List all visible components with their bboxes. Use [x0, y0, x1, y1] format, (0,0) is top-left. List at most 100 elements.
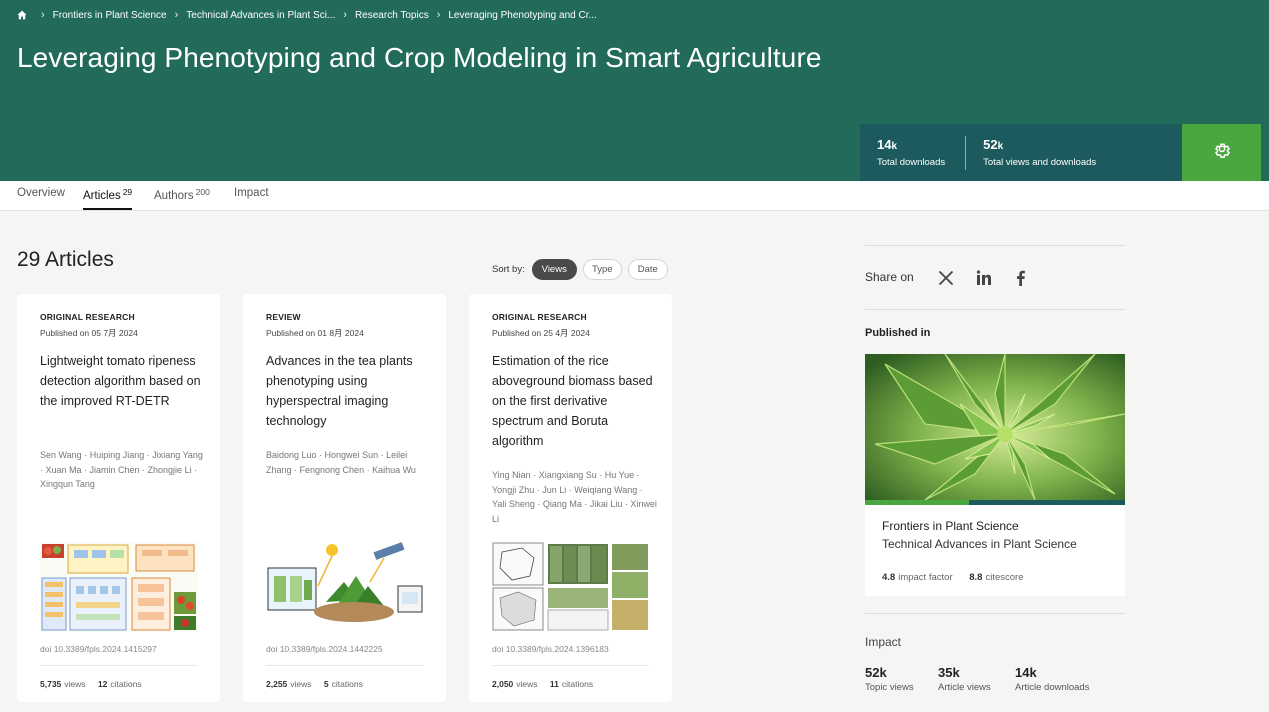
stat-total-views: 52k Total views and downloads	[966, 137, 1096, 168]
views-label: views	[290, 679, 312, 689]
article-doi[interactable]: doi 10.3389/fpls.2024.1442225	[266, 644, 383, 654]
article-title[interactable]: Estimation of the rice aboveground bioma…	[492, 351, 657, 451]
home-icon[interactable]	[17, 10, 27, 20]
article-type: ORIGINAL RESEARCH	[40, 312, 135, 322]
stat-label: Total downloads	[877, 157, 946, 168]
article-card[interactable]: ORIGINAL RESEARCH Published on 25 4月 202…	[469, 294, 672, 702]
stat-unit: k	[891, 141, 898, 152]
card-divider	[492, 665, 649, 666]
citations-label: citations	[561, 679, 594, 689]
breadcrumb-current-topic[interactable]: Leveraging Phenotyping and Cr...	[448, 10, 596, 21]
impact-label: Topic views	[865, 682, 914, 693]
breadcrumb-link-research-topics[interactable]: Research Topics	[355, 10, 429, 21]
tab-label: Authors	[154, 190, 194, 202]
stat-unit: k	[997, 141, 1004, 152]
sort-type-button[interactable]: Type	[582, 259, 622, 280]
breadcrumb-link-section[interactable]: Technical Advances in Plant Sci...	[186, 10, 335, 21]
tab-label: Impact	[234, 187, 269, 199]
article-title[interactable]: Advances in the tea plants phenotyping u…	[266, 351, 431, 431]
chevron-right-icon: ›	[436, 9, 441, 21]
impact-factor-value: 4.8	[882, 572, 896, 583]
article-metrics: 2,050 views 11 citations	[492, 679, 593, 689]
hero-header: › Frontiers in Plant Science › Technical…	[0, 0, 1269, 181]
stat-label: Total views and downloads	[983, 157, 1097, 168]
stat-value: 52	[983, 137, 998, 152]
linkedin-icon[interactable]	[975, 269, 993, 287]
article-published-date: Published on 25 4月 2024	[492, 328, 590, 338]
sort-label: Sort by:	[492, 264, 525, 275]
article-figure	[40, 542, 198, 632]
impact-heading: Impact	[865, 635, 902, 649]
article-type: REVIEW	[266, 312, 301, 322]
tab-label: Overview	[17, 187, 65, 199]
article-card[interactable]: REVIEW Published on 01 8月 2024 Advances …	[243, 294, 446, 702]
card-divider	[266, 665, 423, 666]
article-type: ORIGINAL RESEARCH	[492, 312, 587, 322]
impact-article-views: 35k Article views	[938, 665, 991, 693]
citations-label: citations	[110, 679, 142, 689]
impact-value: 35k	[938, 665, 960, 680]
article-published-date: Published on 05 7月 2024	[40, 328, 138, 338]
views-label: views	[64, 679, 86, 689]
share-label: Share on	[865, 270, 914, 284]
article-published-date: Published on 01 8月 2024	[266, 328, 364, 338]
article-figure	[266, 540, 424, 632]
journal-card[interactable]: Frontiers in Plant Science Technical Adv…	[865, 354, 1125, 596]
journal-cover-image	[865, 354, 1125, 500]
sidebar-divider	[865, 245, 1125, 246]
impact-factor-label: impact factor	[898, 572, 953, 583]
journal-section[interactable]: Technical Advances in Plant Science	[882, 537, 1077, 551]
impact-label: Article views	[938, 682, 991, 693]
tab-articles[interactable]: Articles 29	[83, 187, 133, 210]
sort-bar: Sort by: Views Type Date	[492, 259, 674, 280]
tab-count: 29	[122, 187, 133, 197]
tab-overview[interactable]: Overview	[17, 187, 65, 199]
journal-accent-fill	[865, 500, 969, 505]
tab-label: Articles	[83, 190, 121, 202]
settings-button[interactable]	[1182, 124, 1261, 181]
journal-metrics: 4.8 impact factor 8.8 citescore	[882, 572, 1023, 583]
views-count: 2,255	[266, 679, 288, 689]
article-figure	[492, 542, 650, 632]
journal-accent-bar	[865, 500, 1125, 505]
breadcrumb-link-journal[interactable]: Frontiers in Plant Science	[53, 10, 167, 21]
article-doi[interactable]: doi 10.3389/fpls.2024.1396183	[492, 644, 609, 654]
breadcrumb: › Frontiers in Plant Science › Technical…	[17, 9, 597, 21]
article-authors: Ying Nian · Xiangxiang Su · Hu Yue · Yon…	[492, 470, 657, 524]
views-count: 5,735	[40, 679, 62, 689]
citations-count: 5	[323, 679, 329, 689]
article-authors: Sen Wang · Huiping Jiang · Jixiang Yang …	[40, 450, 203, 489]
citations-count: 12	[97, 679, 108, 689]
impact-topic-views: 52k Topic views	[865, 665, 914, 693]
gear-icon	[1213, 141, 1231, 164]
article-doi[interactable]: doi 10.3389/fpls.2024.1415297	[40, 644, 157, 654]
sidebar-divider	[865, 309, 1125, 310]
citations-count: 11	[549, 679, 559, 689]
impact-value: 14k	[1015, 665, 1037, 680]
sort-date-button[interactable]: Date	[627, 259, 668, 280]
citescore-label: citescore	[985, 572, 1024, 583]
sidebar-divider	[865, 613, 1125, 614]
article-card[interactable]: ORIGINAL RESEARCH Published on 05 7月 202…	[17, 294, 220, 702]
citescore-value: 8.8	[969, 572, 983, 583]
card-divider	[40, 665, 197, 666]
tab-impact[interactable]: Impact	[234, 187, 269, 199]
stat-total-downloads: 14k Total downloads	[860, 137, 945, 168]
article-title[interactable]: Lightweight tomato ripeness detection al…	[40, 351, 205, 411]
topic-tabs: Overview Articles 29 Authors 200 Impact	[0, 181, 1269, 211]
facebook-icon[interactable]	[1012, 269, 1030, 287]
articles-heading: 29 Articles	[17, 248, 114, 271]
chevron-right-icon: ›	[41, 9, 45, 21]
impact-article-downloads: 14k Article downloads	[1015, 665, 1089, 693]
article-metrics: 5,735 views 12 citations	[40, 679, 142, 689]
topic-stats: 14k Total downloads 52k Total views and …	[860, 124, 1182, 181]
published-in-label: Published in	[865, 327, 931, 339]
article-authors: Baidong Luo · Hongwei Sun · Leilei Zhang…	[266, 450, 416, 475]
sort-views-button[interactable]: Views	[531, 259, 577, 280]
tab-authors[interactable]: Authors 200	[154, 187, 210, 202]
stat-value: 14	[877, 137, 892, 152]
journal-name[interactable]: Frontiers in Plant Science	[882, 519, 1019, 533]
x-icon[interactable]	[937, 269, 955, 287]
chevron-right-icon: ›	[343, 9, 347, 21]
chevron-right-icon: ›	[174, 9, 179, 21]
